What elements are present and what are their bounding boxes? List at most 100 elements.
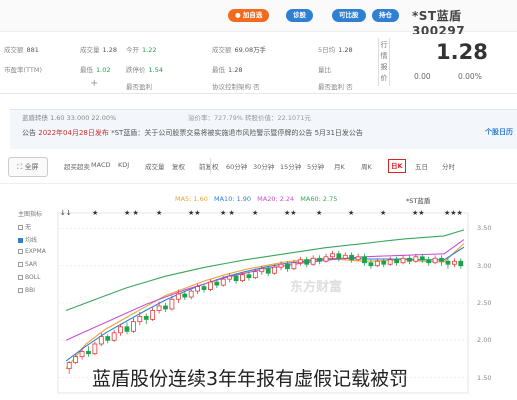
event-marker[interactable]: ★ [348,209,354,217]
candle-body [400,257,406,264]
toolbar-item[interactable]: 5分钟 [307,161,324,171]
quote-label: 市盈率(TTM) [4,66,43,74]
ma-line-ma60 [65,229,465,312]
candle-body [381,260,387,265]
candle-body [240,274,245,282]
toolbar-item[interactable]: 日K [388,159,406,173]
compare-button[interactable]: 可比股 [332,9,366,22]
price-change-percent: 0.00% [458,72,482,81]
candle-body [285,263,290,270]
y-tick-label: 2.00 [477,336,492,345]
candle-body [355,256,361,261]
candle-body [73,356,79,364]
event-marker[interactable]: ★★ [188,209,201,217]
event-marker[interactable]: ★★ [412,209,425,217]
quote-label: 最低 [80,66,93,74]
event-marker[interactable]: ★★ [284,209,297,217]
candle-body [124,326,130,332]
quote-value: 1.54 [148,66,163,74]
quote-value: 1.28 [102,46,117,54]
toolbar-item[interactable]: 周K [361,161,372,171]
candle-body [265,268,271,274]
toolbar-item[interactable]: 30分钟 [253,161,274,171]
toolbar-item[interactable]: 复权 [172,161,185,171]
candle-body [214,281,220,286]
quote-label: 成交量 [80,46,100,54]
toolbar-item[interactable]: 前复权 [199,161,219,171]
price-change: 0.00 [414,72,431,81]
candle-body [458,260,464,267]
candle-body [163,305,168,310]
candle-body [304,259,310,265]
candle-body [291,262,297,270]
candle-body [201,286,207,290]
toolbar-item[interactable]: 超买超卖 [64,161,90,171]
toolbar-item[interactable]: MACD [91,161,110,169]
candle-body [227,275,233,280]
candle-body [451,260,457,265]
quote-col-1: 成交额 881 市盈率(TTM) [4,40,45,80]
candle-body [439,257,444,262]
quote-value: 1.22 [142,46,157,54]
candle-body [394,259,399,264]
candle-body [169,298,175,310]
announcement-tail: 5月31日发公告 [314,129,363,137]
candle-body [419,256,425,261]
event-marker[interactable]: ★ ★ [220,209,235,217]
candle-body [175,293,181,300]
candle-body [143,316,149,320]
current-price: 1.28 [436,40,488,64]
announcement-item[interactable]: 公告 2022年04月28日发布 *ST蓝盾：关于公司股票交易将被实施退市风险警… [22,128,363,138]
candle-body [362,256,367,264]
candle-body [131,321,136,332]
ma-line-ma20 [65,239,465,341]
candle-body [368,262,374,267]
stock-calendar-link[interactable]: 个股日历 [485,127,513,137]
quote-col-2: 成交量 1.28 最低 1.02 [80,40,117,80]
y-tick-label: 3.00 [477,261,492,270]
candle-body [432,257,438,264]
toolbar-item[interactable]: 分时 [442,161,455,171]
toolbar-item[interactable]: KDJ [118,161,129,169]
candle-body [208,281,213,290]
toolbar-item[interactable]: 五日 [415,161,428,171]
toolbar-item[interactable]: 成交量 [145,161,165,171]
toolbar-item[interactable]: 15分钟 [280,161,301,171]
y-tick-label: 2.50 [477,299,492,307]
add-watchlist-button[interactable]: ● 加自选 [228,9,270,22]
event-marker[interactable]: ↓↓ [60,209,72,217]
quote-label: 成交额 [212,46,232,54]
event-marker[interactable]: ★ [316,209,322,217]
candle-body [278,263,284,268]
quote-label: 最否盈利 [318,83,344,91]
candle-body [137,316,143,323]
toolbar-item[interactable]: 60分钟 [226,161,247,171]
quote-label: 协议控制架构 [212,83,251,91]
candle-body [387,259,393,265]
fullscreen-button[interactable]: ⛶ 全屏 [8,157,48,177]
watermark: 东方财富 [290,280,343,295]
candle-body [86,351,91,355]
quote-col-3: 今开 1.22 跌停价 1.54 最否盈利 [126,40,163,94]
candle-body [92,343,98,355]
event-marker[interactable]: ★★★ [444,209,463,217]
quote-col-4: 成交额 69.08万手 最低 1.28 协议控制架构 否 [212,40,266,94]
event-marker[interactable]: ★ [380,209,386,217]
candle-body [118,326,123,334]
event-marker[interactable]: ★ ★ [124,209,139,217]
candle-body [98,336,104,345]
event-marker[interactable]: ★ [92,209,98,217]
event-marker[interactable]: ★ [156,209,162,217]
convertible-bond-info: 蓝盾转债 1.60 33.000 22.00% [22,114,117,122]
diagnose-button[interactable]: 诊股 [286,9,313,22]
candle-body [233,275,239,282]
holdings-button[interactable]: 持仓 [372,9,399,22]
candle-body [182,293,188,298]
candle-body [330,253,335,258]
candle-body [445,260,451,265]
candle-body [66,362,72,370]
toolbar-item[interactable]: 月K [334,161,345,171]
event-marker[interactable]: ★ [252,209,258,217]
candle-body [317,257,322,262]
add-icon[interactable]: + [90,78,98,89]
